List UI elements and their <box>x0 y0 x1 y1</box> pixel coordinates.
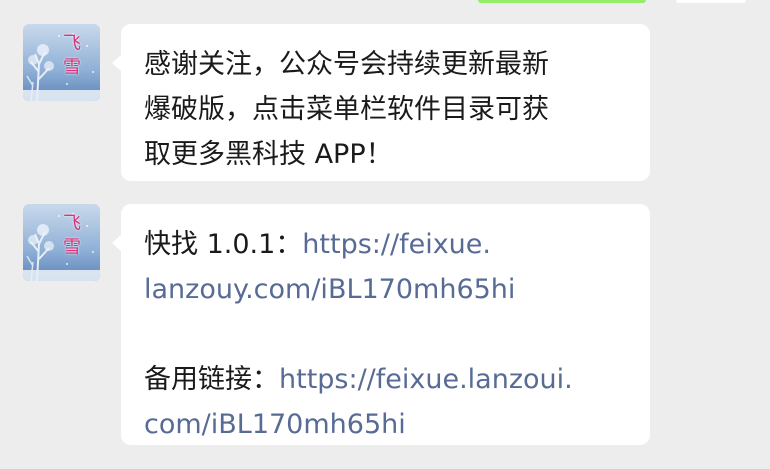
avatar-text: 飞雪 <box>63 33 81 78</box>
message-text-line: 爆破版，点击菜单栏软件目录可获 <box>144 94 549 125</box>
message-text-line: 取更多黑科技 APP！ <box>144 139 393 170</box>
message-bubble[interactable]: 感谢关注，公众号会持续更新最新 爆破版，点击菜单栏软件目录可获 取更多黑科技 A… <box>112 24 650 181</box>
download-link[interactable]: https://feixue. <box>302 229 491 260</box>
previous-message-edge <box>676 0 746 3</box>
message-text-line: 感谢关注，公众号会持续更新最新 <box>144 49 549 80</box>
avatar-text: 飞雪 <box>63 213 81 258</box>
backup-link-continued[interactable]: com/iBL170mh65hi <box>144 402 628 447</box>
avatar[interactable]: 飞雪 <box>23 204 100 281</box>
message-text-line: 备用链接：https://feixue.lanzoui. <box>144 357 628 402</box>
avatar[interactable]: 飞雪 <box>23 24 100 101</box>
message-bubble[interactable]: 快找 1.0.1：https://feixue. lanzouy.com/iBL… <box>112 204 650 447</box>
previous-own-message-edge <box>478 0 646 3</box>
backup-label: 备用链接： <box>144 364 279 395</box>
backup-link[interactable]: https://feixue.lanzoui. <box>279 364 573 395</box>
app-label: 快找 1.0.1： <box>144 229 303 260</box>
message-text-line: 快找 1.0.1：https://feixue. <box>144 222 628 267</box>
download-link-continued[interactable]: lanzouy.com/iBL170mh65hi <box>144 267 628 312</box>
